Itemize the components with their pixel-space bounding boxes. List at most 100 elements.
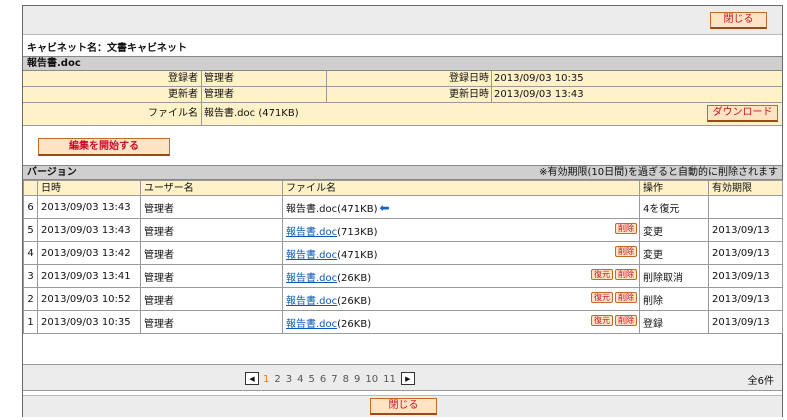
- pagination: ◀ 1 2 3 4 5 6 7 8 9 10 11 ▶ 全6件: [23, 364, 782, 391]
- file-size: (26KB): [337, 295, 372, 307]
- col-file: ファイル名: [282, 180, 640, 196]
- row-number: 2: [23, 287, 38, 311]
- registered-row: 登録者 管理者 登録日時 2013/09/03 10:35: [23, 71, 782, 87]
- download-button[interactable]: ダウンロード: [707, 105, 778, 122]
- close-button-top[interactable]: 閉じる: [710, 12, 767, 29]
- file-name-label: ファイル名: [148, 108, 198, 119]
- page-link[interactable]: 6: [320, 374, 326, 385]
- row-datetime: 2013/09/03 13:43: [37, 218, 141, 242]
- close-button-bottom[interactable]: 閉じる: [370, 398, 437, 415]
- row-file: 報告書.doc(471KB) ⬅: [282, 195, 640, 219]
- row-operation: 変更: [639, 241, 709, 265]
- col-expiry: 有効期限: [708, 180, 783, 196]
- page-link[interactable]: 1: [263, 374, 269, 385]
- row-expiry: 2013/09/13: [708, 241, 783, 265]
- page-link[interactable]: 11: [383, 374, 396, 385]
- page-link[interactable]: 3: [286, 374, 292, 385]
- file-link[interactable]: 報告書.doc: [286, 273, 337, 284]
- delete-button[interactable]: 削除: [615, 292, 637, 303]
- page-link[interactable]: 10: [365, 374, 378, 385]
- table-row: 1 2013/09/03 10:35 管理者 報告書.doc(26KB) 復元 削除 登録 2…: [23, 310, 783, 334]
- row-user: 管理者: [140, 218, 283, 242]
- table-row: 3 2013/09/03 13:41 管理者 報告書.doc(26KB) 復元 削除 削除取…: [23, 264, 783, 288]
- page-link[interactable]: 4: [297, 374, 303, 385]
- restore-button[interactable]: 復元: [591, 269, 613, 280]
- row-operation: 削除取消: [639, 264, 709, 288]
- row-number: 6: [23, 195, 38, 219]
- file-name-value: 報告書.doc (471KB): [204, 108, 299, 119]
- registered-at-label: 登録日時: [449, 73, 489, 84]
- file-link[interactable]: 報告書.doc: [286, 250, 337, 261]
- row-datetime: 2013/09/03 13:41: [37, 264, 141, 288]
- row-expiry: 2013/09/13: [708, 264, 783, 288]
- file-size: (26KB): [337, 272, 372, 284]
- registered-by-value: 管理者: [204, 73, 234, 84]
- registered-by-label: 登録者: [168, 73, 198, 84]
- row-file: 報告書.doc(471KB) 削除: [282, 241, 640, 265]
- col-datetime: 日時: [37, 180, 141, 196]
- restore-button[interactable]: 復元: [591, 292, 613, 303]
- row-file: 報告書.doc(26KB) 復元 削除: [282, 264, 640, 288]
- table-header-row: 日時 ユーザー名 ファイル名 操作 有効期限: [23, 180, 783, 196]
- col-user: ユーザー名: [140, 180, 283, 196]
- top-toolbar: 閉じる: [23, 6, 782, 35]
- updated-by-value: 管理者: [204, 89, 234, 100]
- row-operation: 変更: [639, 218, 709, 242]
- delete-button[interactable]: 削除: [615, 269, 637, 280]
- row-operation: 削除: [639, 287, 709, 311]
- file-info-panel: 報告書.doc 登録者 管理者 登録日時 2013/09/03 10:35 更新…: [23, 56, 782, 126]
- triangle-right-icon[interactable]: ▶: [400, 372, 415, 385]
- table-row: 4 2013/09/03 13:42 管理者 報告書.doc(471KB) 削除 変更 20…: [23, 241, 783, 265]
- page-link[interactable]: 2: [274, 374, 280, 385]
- page-link[interactable]: 9: [354, 374, 360, 385]
- page-link[interactable]: 5: [309, 374, 315, 385]
- row-number: 3: [23, 264, 38, 288]
- version-dialog: 閉じる キャビネット名：文書キャビネット 報告書.doc 登録者 管理者 登録日…: [22, 5, 783, 417]
- page-list: ◀ 1 2 3 4 5 6 7 8 9 10 11 ▶: [245, 372, 419, 385]
- delete-button[interactable]: 削除: [615, 223, 637, 234]
- row-operation: 登録: [639, 310, 709, 334]
- updated-row: 更新者 管理者 更新日時 2013/09/03 13:43: [23, 87, 782, 103]
- expiry-note: ※有効期限(10日間)を過ぎると自動的に削除されます: [539, 167, 778, 178]
- page-link[interactable]: 8: [343, 374, 349, 385]
- version-panel: バージョン ※有効期限(10日間)を過ぎると自動的に削除されます 日時 ユーザー…: [23, 165, 783, 334]
- current-version-arrow-icon: ⬅: [379, 200, 390, 215]
- delete-button[interactable]: 削除: [615, 246, 637, 257]
- row-datetime: 2013/09/03 13:43: [37, 195, 141, 219]
- file-info-title: 報告書.doc: [23, 56, 782, 71]
- registered-at-value: 2013/09/03 10:35: [494, 73, 584, 84]
- file-size: (26KB): [337, 318, 372, 330]
- row-user: 管理者: [140, 195, 283, 219]
- file-name-row: ファイル名 報告書.doc (471KB) ダウンロード: [23, 103, 782, 126]
- file-size: (471KB): [337, 249, 378, 261]
- row-user: 管理者: [140, 310, 283, 334]
- row-datetime: 2013/09/03 13:42: [37, 241, 141, 265]
- table-row: 6 2013/09/03 13:43 管理者 報告書.doc(471KB) ⬅ 4を復元: [23, 195, 783, 219]
- page-link[interactable]: 7: [331, 374, 337, 385]
- col-operation: 操作: [639, 180, 709, 196]
- file-link[interactable]: 報告書.doc: [286, 227, 337, 238]
- delete-button[interactable]: 削除: [615, 315, 637, 326]
- triangle-left-icon[interactable]: ◀: [245, 372, 259, 385]
- updated-at-label: 更新日時: [449, 89, 489, 100]
- cabinet-name: キャビネット名：文書キャビネット: [27, 43, 187, 54]
- file-size: (713KB): [337, 226, 378, 238]
- row-datetime: 2013/09/03 10:52: [37, 287, 141, 311]
- file-link[interactable]: 報告書.doc: [286, 296, 337, 307]
- updated-by-label: 更新者: [168, 89, 198, 100]
- row-expiry: 2013/09/13: [708, 218, 783, 242]
- col-num: [23, 180, 38, 196]
- restore-button[interactable]: 復元: [591, 315, 613, 326]
- row-user: 管理者: [140, 241, 283, 265]
- row-expiry: 2013/09/13: [708, 287, 783, 311]
- updated-at-value: 2013/09/03 13:43: [494, 89, 584, 100]
- row-file: 報告書.doc(713KB) 削除: [282, 218, 640, 242]
- file-name-text: 報告書.doc: [286, 203, 338, 215]
- total-count: 全6件: [747, 376, 774, 387]
- row-user: 管理者: [140, 264, 283, 288]
- table-row: 5 2013/09/03 13:43 管理者 報告書.doc(713KB) 削除 変更 20…: [23, 218, 783, 242]
- file-link[interactable]: 報告書.doc: [286, 319, 337, 330]
- row-user: 管理者: [140, 287, 283, 311]
- start-edit-button[interactable]: 編集を開始する: [38, 138, 170, 156]
- row-expiry: 2013/09/13: [708, 310, 783, 334]
